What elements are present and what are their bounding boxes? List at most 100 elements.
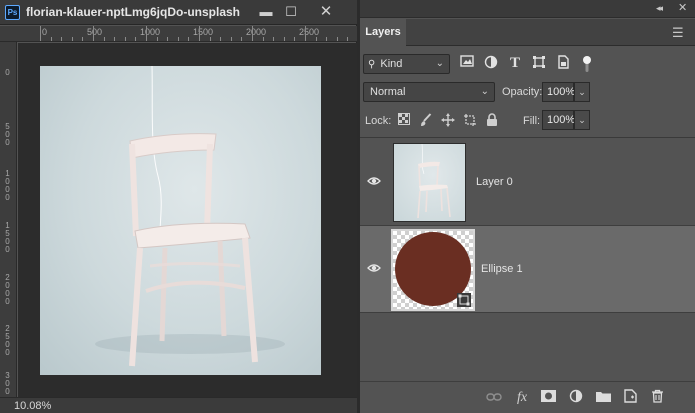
close-button[interactable]: ✕ (310, 0, 342, 25)
ruler-tick (50, 37, 52, 41)
ruler-tick (71, 37, 73, 41)
blend-mode-select[interactable]: Normal ⌄ (363, 82, 495, 102)
ellipse-shape-icon (395, 232, 471, 307)
smart-object-filter-icon[interactable] (555, 55, 571, 71)
fill-label: Fill: (523, 115, 541, 127)
lock-image-pixels-icon[interactable] (418, 113, 434, 129)
image-filter-icon[interactable] (459, 55, 475, 71)
ruler-label: 2500 (299, 27, 320, 37)
document-title-bar[interactable]: Ps florian-klauer-nptLmg6jqDo-unsplash.j… (0, 0, 357, 25)
eye-visibility-icon[interactable] (366, 263, 382, 275)
chevron-down-icon: ⌄ (480, 86, 489, 97)
ruler-label: 1000 (140, 27, 161, 37)
ruler-label: 2000 (5, 273, 10, 306)
close-panel-icon[interactable]: ✕ (678, 1, 687, 14)
layer-row-layer-0[interactable]: Layer 0 (360, 139, 695, 226)
chevron-down-icon: ⌄ (435, 58, 444, 69)
ruler-tick (336, 37, 338, 41)
layer-mask-icon[interactable] (539, 389, 557, 407)
chair-photo[interactable] (40, 65, 321, 375)
artboard-lock-icon[interactable] (462, 113, 478, 129)
ruler-tick (230, 37, 232, 41)
ruler-tick (283, 37, 285, 41)
ruler-tick (177, 37, 179, 41)
fill-field[interactable]: 100% (542, 110, 575, 130)
ruler-tick (199, 26, 200, 41)
horizontal-ruler[interactable]: 0 500 1000 1500 2000 2500 (0, 26, 357, 42)
filter-kind-select[interactable]: ⚲ Kind ⌄ (363, 54, 450, 74)
link-layers-icon[interactable] (485, 389, 503, 407)
ruler-tick (220, 37, 222, 41)
group-folder-icon[interactable] (594, 389, 612, 407)
ruler-label: 300 (5, 371, 10, 396)
adjustment-layer-icon[interactable] (567, 389, 585, 407)
lock-transparent-pixels-icon[interactable] (396, 113, 412, 129)
ruler-label: 2000 (246, 27, 267, 37)
tab-layers[interactable]: Layers (360, 19, 406, 46)
ruler-tick (273, 37, 275, 41)
fill-dropdown-button[interactable]: ⌄ (574, 110, 590, 130)
adjustment-filter-icon[interactable] (483, 55, 499, 71)
ruler-tick (294, 37, 296, 41)
ruler-label: 0 (42, 27, 48, 37)
zoom-level[interactable]: 10.08% (14, 400, 51, 412)
panel-top-strip[interactable]: ◂◂ ✕ (360, 0, 695, 18)
ruler-label: 1500 (5, 221, 10, 254)
ruler-tick (347, 37, 349, 41)
document-window: Ps florian-klauer-nptLmg6jqDo-unsplash.j… (0, 0, 357, 413)
lock-label: Lock: (365, 115, 392, 127)
ruler-tick (114, 37, 116, 41)
layer-row-ellipse-1[interactable]: Ellipse 1 (360, 226, 695, 313)
opacity-dropdown-button[interactable]: ⌄ (574, 82, 590, 102)
ruler-tick (82, 37, 84, 41)
vertical-ruler[interactable]: 0 500 1000 1500 2000 2500 300 (0, 42, 17, 397)
lock-position-icon[interactable] (440, 113, 456, 129)
ruler-tick (252, 26, 253, 41)
ruler-tick (61, 37, 63, 41)
ruler-tick (326, 37, 328, 41)
trash-icon[interactable] (648, 389, 666, 407)
ruler-label: 500 (87, 27, 103, 37)
blend-mode-value: Normal (370, 86, 406, 98)
canvas-area[interactable] (18, 43, 357, 397)
ruler-tick (209, 37, 211, 41)
status-bar: 10.08% (0, 397, 357, 413)
filter-toggle-icon[interactable] (579, 55, 595, 72)
panel-tab-bar: Layers ☰ (360, 19, 695, 46)
ruler-label: 500 (5, 122, 10, 147)
layers-list: Layer 0 Ellipse 1 (360, 137, 695, 381)
layer-name[interactable]: Layer 0 (476, 176, 513, 188)
ruler-tick (135, 37, 137, 41)
layer-thumbnail-chair[interactable] (393, 143, 466, 222)
layer-thumbnail-ellipse[interactable] (391, 229, 475, 311)
ruler-tick (305, 26, 306, 41)
layers-panel: ◂◂ ✕ Layers ☰ ⚲ Kind ⌄ T Normal ⌄ Opacit… (360, 0, 695, 413)
lock-all-icon[interactable] (484, 113, 500, 129)
chair-illustration (95, 65, 285, 367)
photoshop-file-icon: Ps (5, 5, 20, 20)
ruler-tick (124, 37, 126, 41)
layers-bottom-toolbar: fx (360, 381, 695, 413)
shape-filter-icon[interactable] (531, 55, 547, 71)
ruler-tick (241, 37, 243, 41)
document-title: florian-klauer-nptLmg6jqDo-unsplash.j... (26, 5, 240, 19)
search-icon: ⚲ (368, 59, 376, 70)
layer-name[interactable]: Ellipse 1 (481, 263, 523, 275)
ruler-tick (103, 37, 105, 41)
ruler-tick (167, 37, 169, 41)
fx-icon[interactable]: fx (513, 389, 531, 407)
ruler-label: 1000 (5, 169, 10, 202)
opacity-field[interactable]: 100% (542, 82, 575, 102)
ruler-tick (146, 26, 147, 41)
eye-visibility-icon[interactable] (366, 176, 382, 188)
ruler-label: 2500 (5, 324, 10, 357)
type-filter-icon[interactable]: T (507, 55, 523, 71)
ruler-label: 0 (5, 68, 10, 77)
maximize-button[interactable]: ☐ (275, 0, 307, 25)
new-layer-icon[interactable] (621, 389, 639, 407)
panel-menu-icon[interactable]: ☰ (672, 25, 684, 41)
ruler-tick (315, 37, 317, 41)
collapse-panel-icon[interactable]: ◂◂ (656, 3, 663, 14)
ruler-tick (93, 26, 94, 41)
ruler-label: 1500 (193, 27, 214, 37)
